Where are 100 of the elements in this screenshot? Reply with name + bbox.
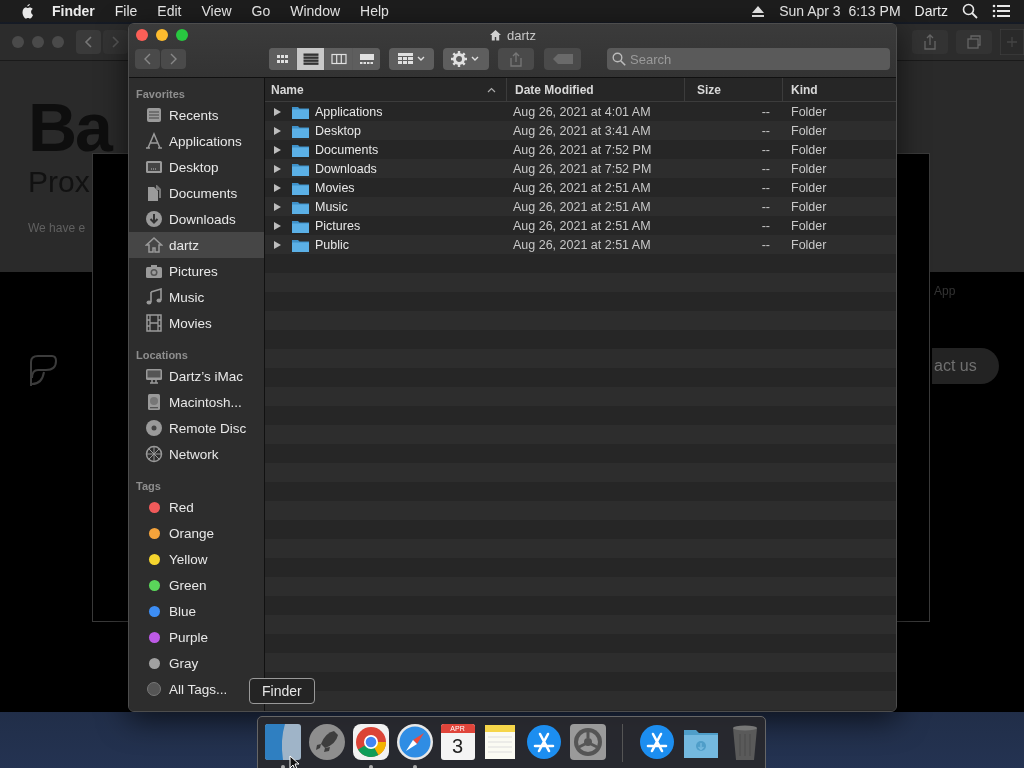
sidebar-item[interactable]: Purple bbox=[129, 624, 264, 650]
home-icon bbox=[145, 236, 163, 254]
view-mode-button[interactable] bbox=[269, 48, 296, 70]
menu-item[interactable]: Help bbox=[350, 3, 399, 19]
minimize-button[interactable] bbox=[156, 29, 168, 41]
menu-item[interactable]: Window bbox=[280, 3, 351, 19]
menu-item[interactable]: Edit bbox=[147, 3, 192, 19]
sidebar-item[interactable]: Documents bbox=[129, 180, 264, 206]
file-name: Applications bbox=[315, 104, 383, 119]
folder-icon bbox=[292, 161, 309, 176]
disc-icon bbox=[145, 419, 163, 437]
column-header[interactable]: Size bbox=[685, 78, 783, 101]
disclosure-triangle-icon[interactable] bbox=[273, 144, 281, 155]
menu-item[interactable]: Finder bbox=[48, 3, 105, 19]
apple-logo-icon[interactable] bbox=[20, 3, 34, 19]
folder-icon bbox=[292, 123, 309, 138]
folder-icon bbox=[292, 199, 309, 214]
view-mode-button[interactable] bbox=[353, 48, 380, 70]
sidebar-item[interactable]: Orange bbox=[129, 520, 264, 546]
sidebar-item[interactable]: Dartz’s iMac bbox=[129, 363, 264, 389]
film-icon bbox=[145, 314, 163, 332]
disclosure-triangle-icon[interactable] bbox=[273, 201, 281, 212]
table-cell: Folder bbox=[791, 180, 827, 195]
action-button[interactable] bbox=[443, 48, 489, 70]
sidebar-item[interactable]: Pictures bbox=[129, 258, 264, 284]
disclosure-triangle-icon[interactable] bbox=[273, 125, 281, 136]
document-icon bbox=[145, 184, 163, 202]
sidebar-item[interactable]: Recents bbox=[129, 102, 264, 128]
tooltip: Finder bbox=[249, 678, 315, 704]
sidebar-item[interactable]: Music bbox=[129, 284, 264, 310]
sidebar-item[interactable]: Yellow bbox=[129, 546, 264, 572]
sidebar-item[interactable]: Remote Disc bbox=[129, 415, 264, 441]
table-cell: Aug 26, 2021 at 2:51 AM bbox=[513, 237, 651, 252]
table-cell: -- bbox=[761, 218, 770, 233]
logo-icon bbox=[28, 354, 58, 388]
sidebar-item[interactable]: Macintosh... bbox=[129, 389, 264, 415]
table-cell: Aug 26, 2021 at 2:51 AM bbox=[513, 180, 651, 195]
table-cell: -- bbox=[761, 180, 770, 195]
table-cell: Folder bbox=[791, 199, 827, 214]
table-cell: Aug 26, 2021 at 2:51 AM bbox=[513, 218, 651, 233]
gear-icon bbox=[451, 51, 481, 67]
display-icon bbox=[145, 158, 163, 176]
disclosure-triangle-icon[interactable] bbox=[273, 163, 281, 174]
file-name: Music bbox=[315, 199, 348, 214]
two-tone-square-icon[interactable] bbox=[263, 722, 303, 762]
menu-icon[interactable] bbox=[992, 4, 1010, 18]
table-cell: Folder bbox=[791, 104, 827, 119]
table-cell: -- bbox=[761, 104, 770, 119]
search-icon[interactable] bbox=[962, 3, 978, 19]
sidebar-item[interactable]: Applications bbox=[129, 128, 264, 154]
file-name: Pictures bbox=[315, 218, 361, 233]
column-header[interactable]: Kind bbox=[783, 78, 896, 101]
zoom-button[interactable] bbox=[176, 29, 188, 41]
compass-icon[interactable] bbox=[395, 722, 435, 762]
gear-icon[interactable] bbox=[568, 722, 609, 762]
column-header[interactable]: Name bbox=[265, 78, 507, 101]
group-button[interactable] bbox=[389, 48, 434, 70]
table-cell: Folder bbox=[791, 123, 827, 138]
sidebar-item[interactable]: Movies bbox=[129, 310, 264, 336]
mouse-pointer-icon bbox=[289, 755, 301, 768]
table-cell: Folder bbox=[791, 218, 827, 233]
sidebar-item[interactable]: Green bbox=[129, 572, 264, 598]
clock-text[interactable]: Sun Apr 3 6:13 PM bbox=[779, 3, 901, 19]
sidebar-item[interactable]: dartz bbox=[129, 232, 264, 258]
disclosure-triangle-icon[interactable] bbox=[273, 182, 281, 193]
user-name[interactable]: Dartz bbox=[914, 3, 948, 19]
file-name: Movies bbox=[315, 180, 355, 195]
tray-icon bbox=[145, 106, 163, 124]
view-mode-button[interactable] bbox=[297, 48, 324, 70]
view-mode-button[interactable] bbox=[325, 48, 352, 70]
sidebar-item[interactable]: Gray bbox=[129, 650, 264, 676]
disclosure-triangle-icon[interactable] bbox=[273, 239, 281, 250]
tag-icon bbox=[552, 54, 573, 64]
eject-icon[interactable] bbox=[751, 5, 766, 17]
folder-icon bbox=[292, 180, 309, 195]
folder-icon bbox=[292, 218, 309, 233]
search-field[interactable]: Search bbox=[607, 48, 890, 70]
disclosure-triangle-icon[interactable] bbox=[273, 220, 281, 231]
sidebar-item[interactable]: Red bbox=[129, 494, 264, 520]
rocket-icon[interactable] bbox=[307, 722, 347, 762]
letter-a-icon bbox=[145, 132, 163, 150]
calendar-day: 3 bbox=[451, 733, 464, 759]
close-button[interactable] bbox=[136, 29, 148, 41]
disclosure-triangle-icon[interactable] bbox=[273, 106, 281, 117]
sidebar-item[interactable]: Desktop bbox=[129, 154, 264, 180]
file-name: Downloads bbox=[315, 161, 377, 176]
menu-item[interactable]: Go bbox=[241, 3, 281, 19]
camera-icon bbox=[145, 262, 163, 280]
table-cell: Folder bbox=[791, 161, 827, 176]
letter-a-badge-icon[interactable] bbox=[637, 722, 677, 762]
column-header[interactable]: Date Modified bbox=[507, 78, 685, 101]
folder-icon bbox=[292, 237, 309, 252]
sidebar-item[interactable]: Network bbox=[129, 441, 264, 467]
folder-icon bbox=[292, 104, 309, 119]
sidebar-item[interactable]: Downloads bbox=[129, 206, 264, 232]
menu-item[interactable]: File bbox=[104, 3, 148, 19]
table-cell: Aug 26, 2021 at 2:51 AM bbox=[513, 199, 651, 214]
table-cell: -- bbox=[761, 161, 770, 176]
sidebar-item[interactable]: Blue bbox=[129, 598, 264, 624]
menu-item[interactable]: View bbox=[191, 3, 242, 19]
